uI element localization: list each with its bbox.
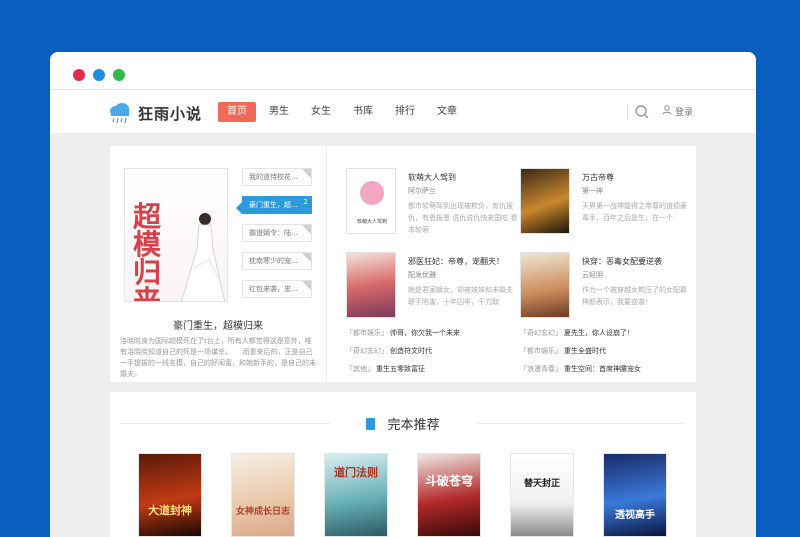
genre-link[interactable]: 「都市娱乐」 帅哥，你欠我一个未来 bbox=[346, 328, 460, 338]
thumb-label: 豪门重生，超... bbox=[249, 201, 298, 209]
book-cover[interactable] bbox=[520, 252, 570, 318]
bride-illustration bbox=[181, 213, 225, 301]
recommend-book[interactable]: 透视高手 bbox=[603, 453, 667, 537]
book-title[interactable]: 邪医狂妃：帝尊，宠翻天！ bbox=[408, 256, 504, 267]
book-description: 她是君家嫡女，却被妹妹和未婚夫联手陷害，十年囚牢，千刀取 bbox=[408, 286, 513, 306]
minimize-dot[interactable] bbox=[93, 69, 105, 81]
genre-title[interactable]: 创造符文时代 bbox=[390, 347, 432, 355]
recommend-heading: 完本推荐 bbox=[110, 414, 696, 433]
genre-link[interactable]: 「浪漫青春」 重生空间：首席神腰宠女 bbox=[520, 364, 641, 374]
nav-links: 首页 男生 女生 书库 排行 文章 bbox=[218, 102, 470, 122]
thumb-item-active[interactable]: 豪门重生，超... 2 bbox=[242, 196, 312, 214]
nav-ranking[interactable]: 排行 bbox=[386, 102, 424, 122]
genre-link[interactable]: 「奇幻玄幻」 创造符文时代 bbox=[346, 346, 432, 356]
recommend-cover-text: 替天封正 bbox=[523, 479, 560, 489]
recommend-book[interactable]: 大道封神 bbox=[138, 453, 202, 537]
genre-title[interactable]: 帅哥，你欠我一个未来 bbox=[390, 329, 460, 337]
recommend-cover-text: 大道封神 bbox=[148, 504, 192, 517]
recommend-list: 大道封神 女神成长日志 道门法则 斗破苍穹 替天封正 透视高手 bbox=[138, 453, 696, 537]
thumb-label: 红包来袭，忠... bbox=[249, 285, 298, 293]
thumb-label: 我的道侍校花... bbox=[249, 173, 298, 181]
featured-thumbs: 我的道侍校花... 豪门重生，超... 2 霸道嫡令：陆... 枕南寒少的宠...… bbox=[242, 168, 312, 308]
panel-divider bbox=[326, 146, 327, 382]
login-label: 登录 bbox=[675, 108, 694, 118]
genre-title[interactable]: 重生全盛时代 bbox=[564, 347, 606, 355]
recommend-heading-text: 完本推荐 bbox=[387, 418, 440, 433]
book-cover[interactable] bbox=[520, 168, 570, 234]
logo-text: 狂雨小说 bbox=[138, 104, 203, 123]
recommend-cover-text: 女神成长日志 bbox=[235, 507, 290, 517]
book-description: 都市软萌驾到出现被欺负，有仇报仇，有恩报恩 说仇说仇快来国吃 看本软萌 bbox=[408, 202, 518, 234]
book-author: 阿尔萨兰 bbox=[408, 187, 436, 195]
book-title[interactable]: 快穿：恶毒女配要逆袭 bbox=[582, 256, 662, 267]
genre-title[interactable]: 重生空间：首席神腰宠女 bbox=[564, 365, 641, 373]
close-dot[interactable] bbox=[73, 69, 85, 81]
book-cover-text: 软萌大人驾到 bbox=[357, 218, 387, 225]
thumb-item[interactable]: 我的道侍校花... bbox=[242, 168, 312, 186]
nav-male[interactable]: 男生 bbox=[260, 102, 298, 122]
genre-link[interactable]: 「其他」 重生五零致富征 bbox=[346, 364, 425, 374]
maximize-dot[interactable] bbox=[113, 69, 125, 81]
browser-window: 狂雨小说 首页 男生 女生 书库 排行 文章 登录 超模归来 我的道侍校花...… bbox=[50, 52, 756, 537]
recommend-cover-text: 道门法则 bbox=[334, 466, 378, 479]
recommend-cover-text: 斗破苍穹 bbox=[424, 474, 473, 488]
book-description: 天界第一战神能得之帝尊的道德豪毒手，百年之后复生，在一个 bbox=[582, 202, 687, 222]
thumb-label: 霸道嫡令：陆... bbox=[249, 229, 298, 237]
cloud-rain-icon bbox=[108, 102, 132, 124]
book-description: 作为一个被穿越女欺压了的女配慕梓颜表示，我要逆袭！ bbox=[582, 286, 687, 306]
recommend-book[interactable]: 斗破苍穹 bbox=[417, 453, 481, 537]
genre-tag[interactable]: 「都市娱乐」 bbox=[346, 329, 388, 337]
thumb-item[interactable]: 霸道嫡令：陆... bbox=[242, 224, 312, 242]
book-title[interactable]: 软萌大人驾到 bbox=[408, 172, 456, 183]
featured-description: 洛晓晓身为国际超模死在了t台上，所有人都觉得这是意外，唯有洛晓晓知道自己的死是一… bbox=[120, 337, 316, 378]
genre-tag[interactable]: 「奇幻玄幻」 bbox=[520, 329, 562, 337]
search-icon[interactable] bbox=[634, 104, 650, 120]
featured-cover-title: 超模归来 bbox=[133, 200, 162, 302]
thumb-item[interactable]: 枕南寒少的宠... bbox=[242, 252, 312, 270]
site-logo[interactable]: 狂雨小说 bbox=[108, 102, 202, 124]
book-cover[interactable]: 软萌大人驾到 bbox=[346, 168, 396, 234]
thumb-item[interactable]: 红包来袭，忠... bbox=[242, 280, 312, 298]
nav-home[interactable]: 首页 bbox=[218, 102, 256, 122]
recommend-book[interactable]: 替天封正 bbox=[510, 453, 574, 537]
nav-library[interactable]: 书库 bbox=[344, 102, 382, 122]
window-titlebar bbox=[50, 52, 756, 90]
user-icon bbox=[662, 105, 675, 118]
genre-tag[interactable]: 「都市娱乐」 bbox=[520, 347, 562, 355]
genre-title[interactable]: 重生五零致富征 bbox=[376, 365, 425, 373]
genre-tag[interactable]: 「其他」 bbox=[346, 365, 374, 373]
recommend-book[interactable]: 女神成长日志 bbox=[231, 453, 295, 537]
book-author: 配发优雅 bbox=[408, 271, 436, 279]
recommend-cover-text: 透视高手 bbox=[615, 510, 655, 521]
genre-tag[interactable]: 「浪漫青春」 bbox=[520, 365, 562, 373]
genre-title[interactable]: 夏先生，你人设崩了！ bbox=[564, 329, 634, 337]
book-title[interactable]: 万古帝尊 bbox=[582, 172, 614, 183]
book-cover[interactable] bbox=[346, 252, 396, 318]
recommend-book[interactable]: 道门法则 bbox=[324, 453, 388, 537]
book-author: 第一神 bbox=[582, 187, 603, 195]
featured-panel: 超模归来 我的道侍校花... 豪门重生，超... 2 霸道嫡令：陆... 枕南寒少… bbox=[110, 146, 696, 382]
featured-cover[interactable]: 超模归来 bbox=[124, 168, 228, 302]
thumb-label: 枕南寒少的宠... bbox=[249, 257, 298, 265]
thumb-number: 2 bbox=[303, 198, 308, 206]
genre-tag[interactable]: 「奇幻玄幻」 bbox=[346, 347, 388, 355]
top-navigation: 狂雨小说 首页 男生 女生 书库 排行 文章 登录 bbox=[50, 90, 756, 134]
recommend-panel: 完本推荐 大道封神 女神成长日志 道门法则 斗破苍穹 替天封正 透视高手 bbox=[110, 392, 696, 537]
login-link[interactable]: 登录 bbox=[662, 105, 693, 118]
book-icon bbox=[366, 418, 376, 430]
featured-title[interactable]: 豪门重生，超模归来 bbox=[110, 317, 326, 332]
nav-articles[interactable]: 文章 bbox=[428, 102, 466, 122]
book-author: 云轻阴 bbox=[582, 271, 603, 279]
genre-link[interactable]: 「奇幻玄幻」 夏先生，你人设崩了！ bbox=[520, 328, 634, 338]
nav-divider bbox=[627, 104, 628, 120]
genre-link[interactable]: 「都市娱乐」 重生全盛时代 bbox=[520, 346, 606, 356]
nav-female[interactable]: 女生 bbox=[302, 102, 340, 122]
